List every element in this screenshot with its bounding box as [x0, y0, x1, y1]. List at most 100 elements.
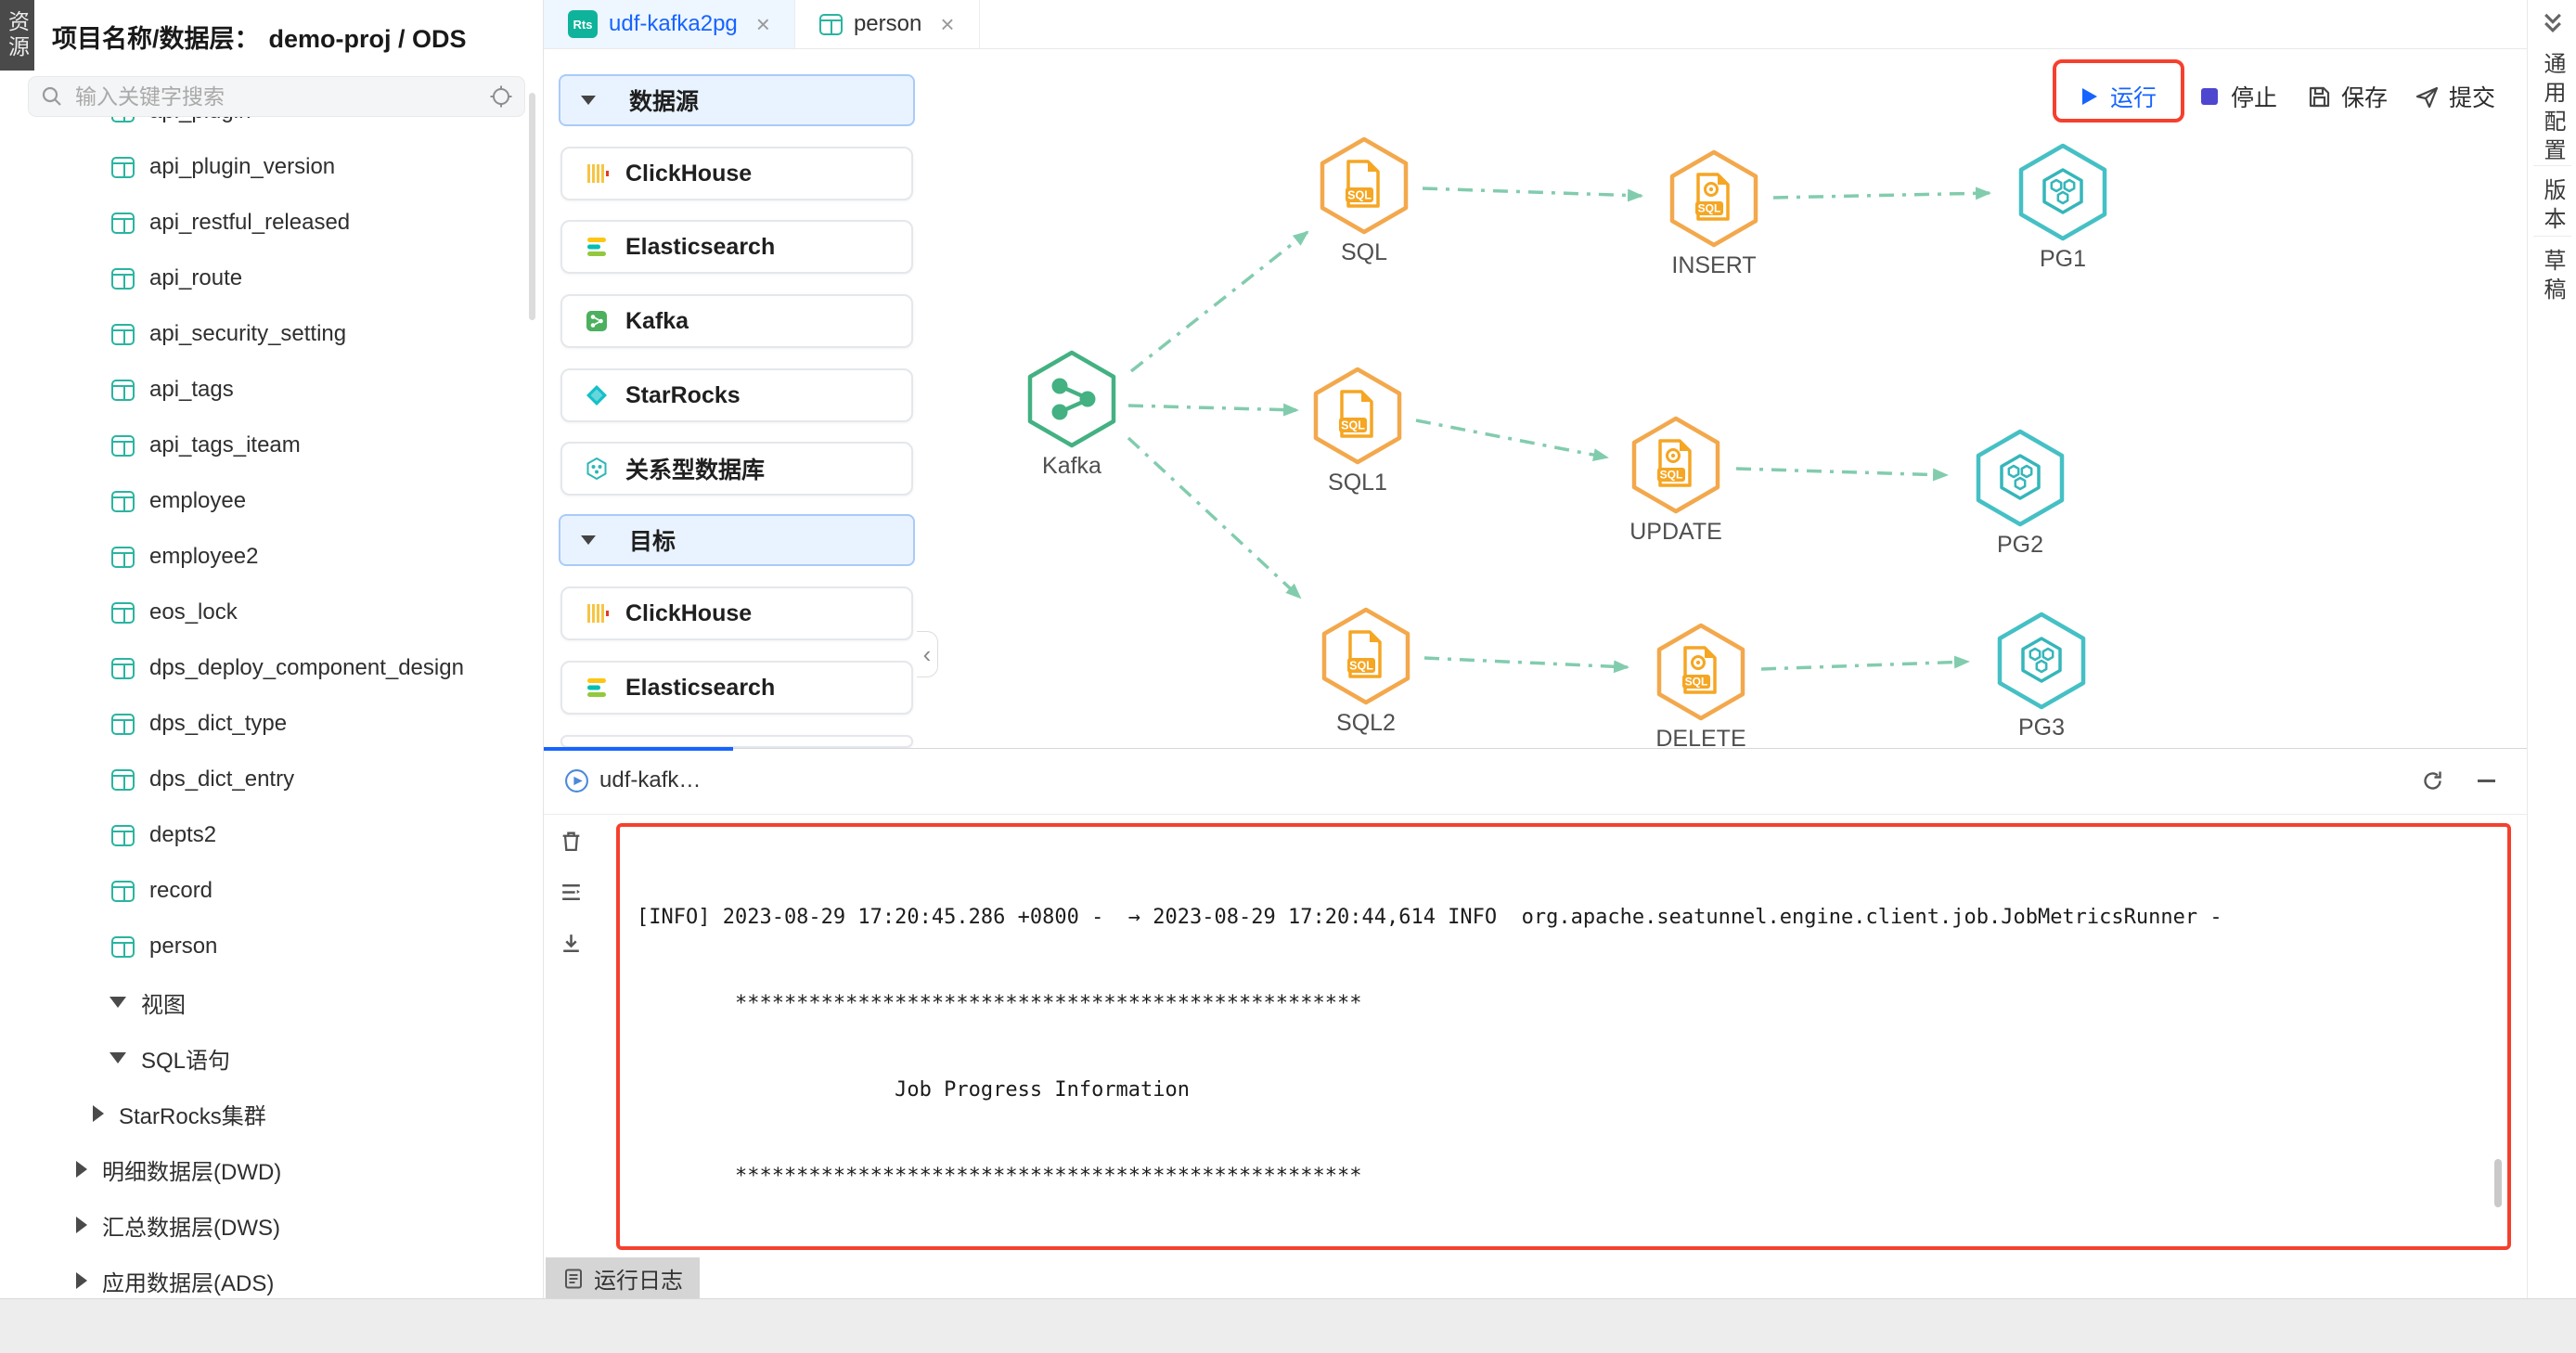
- rail-tab-draft[interactable]: 草稿: [2536, 249, 2569, 306]
- collapse-double-chevron-icon[interactable]: [2537, 11, 2569, 35]
- close-icon[interactable]: ×: [940, 10, 954, 39]
- sidebar-search: [28, 76, 525, 117]
- table-row[interactable]: eos_lock: [0, 585, 542, 640]
- canvas-node-kafka[interactable]: [1025, 349, 1118, 449]
- caret-down-icon: [581, 96, 596, 105]
- download-log-icon[interactable]: [559, 931, 584, 956]
- save-label: 保存: [2341, 80, 2388, 113]
- tree-layer-ads[interactable]: 应用数据层(ADS): [0, 1253, 542, 1298]
- table-label: eos_lock: [149, 599, 238, 625]
- save-button[interactable]: 保存: [2307, 80, 2388, 113]
- table-row[interactable]: dps_deploy_component_design: [0, 640, 542, 696]
- sidebar-scrollbar[interactable]: [529, 93, 535, 320]
- table-label: record: [149, 878, 213, 904]
- table-row[interactable]: api_plugin_version: [0, 139, 542, 195]
- status-bar: [0, 1298, 2576, 1353]
- palette-item-target-elasticsearch[interactable]: Elasticsearch: [560, 661, 913, 715]
- kafka-icon: [585, 309, 609, 333]
- tree-group-views[interactable]: 视图: [0, 974, 542, 1030]
- tree-group-sql[interactable]: SQL语句: [0, 1030, 542, 1086]
- submit-button[interactable]: 提交: [2415, 80, 2495, 113]
- table-label: dps_deploy_component_design: [149, 655, 464, 681]
- table-row[interactable]: api_tags: [0, 362, 542, 418]
- run-label: 运行: [2110, 80, 2157, 113]
- run-button[interactable]: 运行: [2077, 80, 2157, 113]
- table-row[interactable]: dps_dict_type: [0, 696, 542, 752]
- palette-item-partial[interactable]: [560, 735, 913, 748]
- close-icon[interactable]: ×: [756, 10, 770, 39]
- canvas-node-update[interactable]: [1629, 415, 1722, 515]
- table-row[interactable]: dps_dict_entry: [0, 752, 542, 807]
- log-scrollbar[interactable]: [2494, 1159, 2502, 1207]
- palette-item-label: Elasticsearch: [625, 675, 775, 702]
- locate-icon[interactable]: [489, 84, 513, 109]
- palette-item-clickhouse[interactable]: ClickHouse: [560, 147, 913, 200]
- op-hexagon-icon: [1668, 148, 1760, 249]
- node-label: PG2: [1955, 532, 2085, 559]
- canvas-node-pg3[interactable]: [1995, 611, 2088, 711]
- resource-sidebar: 项目名称/数据层：demo-proj / ODS api_plugin api_…: [0, 0, 544, 1298]
- canvas-node-insert[interactable]: [1668, 148, 1760, 249]
- table-label: employee: [149, 488, 246, 514]
- table-row[interactable]: record: [0, 863, 542, 919]
- palette-collapse-handle[interactable]: ‹: [917, 631, 938, 677]
- app-window: SQL SQL 项目名称/数据层：demo-proj: [0, 0, 2576, 1353]
- palette-item-target-clickhouse[interactable]: ClickHouse: [560, 586, 913, 640]
- palette-section-source[interactable]: 数据源: [559, 74, 915, 126]
- caret-down-icon: [109, 1052, 126, 1063]
- canvas-node-sql2[interactable]: [1320, 606, 1412, 706]
- palette-item-label: 关系型数据库: [625, 452, 765, 485]
- table-label: api_security_setting: [149, 321, 346, 347]
- wrap-lines-icon[interactable]: [559, 880, 584, 905]
- table-row[interactable]: api_route: [0, 251, 542, 306]
- palette-item-relational-db[interactable]: 关系型数据库: [560, 442, 913, 496]
- table-label: dps_dict_entry: [149, 767, 294, 792]
- tab-udf-kafka2pg[interactable]: Rts udf-kafka2pg ×: [544, 0, 795, 48]
- stop-label: 停止: [2231, 80, 2277, 113]
- table-icon: [111, 324, 135, 345]
- table-label: person: [149, 934, 217, 960]
- resource-rail-tab[interactable]: 资源: [0, 0, 34, 71]
- clear-log-trash-icon[interactable]: [559, 829, 584, 854]
- table-icon: [111, 936, 135, 958]
- caret-right-icon: [76, 1161, 87, 1178]
- minimize-icon[interactable]: [2474, 768, 2499, 793]
- canvas-node-pg2[interactable]: [1974, 428, 2067, 528]
- rail-tab-general-config[interactable]: 通用配置: [2536, 52, 2569, 167]
- canvas-node-delete[interactable]: [1655, 622, 1747, 722]
- node-label: PG3: [1977, 715, 2106, 741]
- palette-item-elasticsearch[interactable]: Elasticsearch: [560, 220, 913, 274]
- table-row[interactable]: depts2: [0, 807, 542, 863]
- canvas-node-pg1[interactable]: [2016, 142, 2109, 242]
- palette-section-target[interactable]: 目标: [559, 514, 915, 566]
- tree-layer-dws[interactable]: 汇总数据层(DWS): [0, 1197, 542, 1253]
- tree-layer-dwd[interactable]: 明细数据层(DWD): [0, 1141, 542, 1197]
- table-row-partial[interactable]: api_plugin: [0, 117, 542, 139]
- elasticsearch-icon: [585, 676, 609, 700]
- table-icon: [111, 435, 135, 457]
- palette-item-label: ClickHouse: [625, 600, 752, 627]
- palette-item-starrocks[interactable]: StarRocks: [560, 368, 913, 422]
- tab-label: person: [854, 11, 921, 37]
- table-label: api_route: [149, 265, 242, 291]
- sql-hexagon-icon: [1318, 135, 1410, 236]
- run-log-tab[interactable]: 运行日志: [546, 1257, 700, 1299]
- table-icon: [111, 157, 135, 178]
- table-row[interactable]: person: [0, 919, 542, 974]
- canvas-node-sql1[interactable]: [1311, 366, 1404, 466]
- save-icon: [2307, 84, 2332, 110]
- table-row[interactable]: employee2: [0, 529, 542, 585]
- tree-group-starrocks[interactable]: StarRocks集群: [0, 1086, 542, 1141]
- table-row[interactable]: employee: [0, 473, 542, 529]
- search-input[interactable]: [73, 84, 489, 110]
- tab-person[interactable]: person ×: [795, 0, 980, 48]
- palette-item-kafka[interactable]: Kafka: [560, 294, 913, 348]
- table-row[interactable]: api_restful_released: [0, 195, 542, 251]
- table-row[interactable]: api_tags_iteam: [0, 418, 542, 473]
- table-row[interactable]: api_security_setting: [0, 306, 542, 362]
- refresh-icon[interactable]: [2420, 768, 2445, 793]
- stop-button[interactable]: 停止: [2197, 80, 2277, 113]
- send-icon: [2415, 84, 2440, 110]
- rail-tab-version[interactable]: 版本: [2536, 178, 2569, 236]
- canvas-node-sql[interactable]: [1318, 135, 1410, 236]
